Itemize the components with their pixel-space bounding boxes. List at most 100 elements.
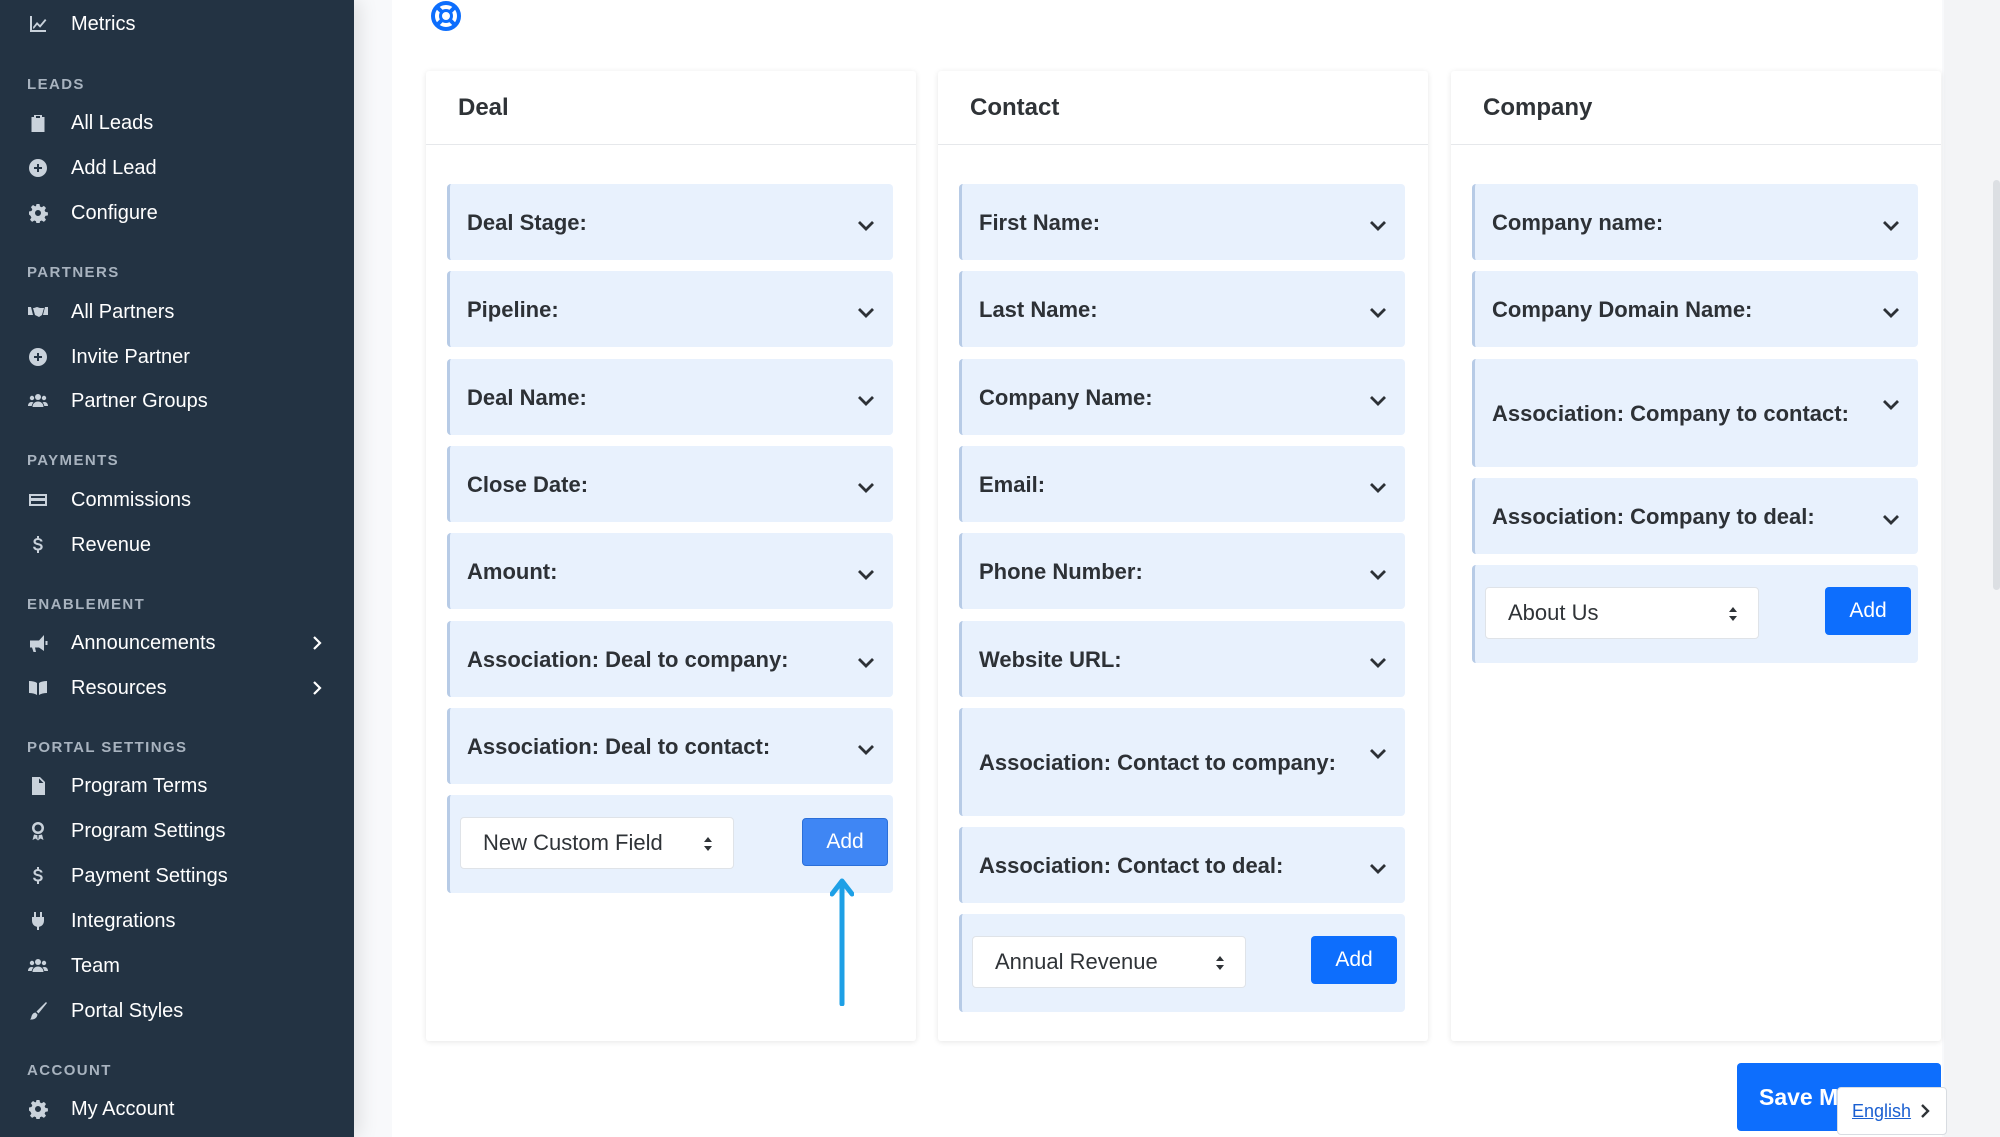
sidebar-item-label: Invite Partner: [71, 345, 190, 368]
users-icon: [27, 955, 49, 977]
scrollbar[interactable]: [1993, 180, 2000, 590]
gear-icon: [27, 1098, 49, 1120]
chevron-down-icon: [855, 474, 877, 494]
chevron-down-icon: [855, 299, 877, 319]
sidebar-item-label: Integrations: [71, 909, 176, 932]
field-row[interactable]: First Name:: [959, 184, 1405, 260]
select-arrows-icon: [1729, 607, 1737, 621]
sidebar-item-revenue[interactable]: Revenue: [27, 525, 327, 565]
sidebar-item-partner-groups[interactable]: Partner Groups: [27, 381, 327, 421]
chevron-down-icon: [1367, 649, 1389, 669]
company-card: Company Company name: Company Domain Nam…: [1451, 71, 1941, 1041]
add-button[interactable]: Add: [1825, 587, 1911, 635]
field-row[interactable]: Company Name:: [959, 359, 1405, 435]
sidebar-item-integrations[interactable]: Integrations: [27, 901, 327, 941]
sidebar-item-program-settings[interactable]: Program Settings: [27, 811, 327, 851]
sidebar-item-label: All Partners: [71, 300, 175, 323]
field-row[interactable]: Phone Number:: [959, 533, 1405, 609]
field-row[interactable]: Association: Contact to deal:: [959, 827, 1405, 903]
field-row[interactable]: Pipeline:: [447, 271, 893, 347]
chevron-down-icon: [1367, 474, 1389, 494]
sidebar-item-portal-styles[interactable]: Portal Styles: [27, 991, 327, 1031]
field-row[interactable]: Amount:: [447, 533, 893, 609]
sidebar-section-partners: PARTNERS: [27, 264, 120, 281]
sidebar-item-label: Add Lead: [71, 156, 157, 179]
sidebar-item-team[interactable]: Team: [27, 946, 327, 986]
handshake-icon: [27, 301, 49, 323]
sidebar: Metrics LEADS All Leads Add Lead Configu…: [0, 0, 354, 1137]
dollar-icon: [27, 865, 49, 887]
credit-card-icon: [27, 489, 49, 511]
chevron-right-icon: [307, 633, 327, 653]
add-button[interactable]: Add: [802, 818, 888, 866]
custom-field-select[interactable]: New Custom Field: [460, 817, 734, 869]
sidebar-item-label: Configure: [71, 201, 158, 224]
chevron-down-icon: [1367, 212, 1389, 232]
field-row[interactable]: Last Name:: [959, 271, 1405, 347]
language-label: English: [1852, 1100, 1912, 1121]
plug-icon: [27, 910, 49, 932]
sidebar-item-invite-partner[interactable]: Invite Partner: [27, 337, 327, 377]
sidebar-item-announcements[interactable]: Announcements: [27, 623, 327, 663]
language-selector[interactable]: English: [1837, 1087, 1947, 1135]
gear-icon: [27, 202, 49, 224]
sidebar-item-label: Payment Settings: [71, 864, 228, 887]
sidebar-item-configure[interactable]: Configure: [27, 193, 327, 233]
sidebar-item-program-terms[interactable]: Program Terms: [27, 766, 327, 806]
sidebar-item-commissions[interactable]: Commissions: [27, 480, 327, 520]
megaphone-icon: [27, 632, 49, 654]
plus-circle-icon: [27, 157, 49, 179]
field-row[interactable]: Email:: [959, 446, 1405, 522]
sidebar-item-label: Commissions: [71, 488, 192, 511]
field-row[interactable]: Close Date:: [447, 446, 893, 522]
chevron-down-icon: [1880, 212, 1902, 232]
sidebar-item-metrics[interactable]: Metrics: [27, 4, 327, 44]
sidebar-section-account: ACCOUNT: [27, 1062, 112, 1079]
page-gutter: [1944, 0, 2000, 1137]
select-arrows-icon: [704, 837, 712, 851]
sidebar-section-enablement: ENABLEMENT: [27, 596, 146, 613]
field-row[interactable]: Association: Company to contact:: [1472, 359, 1918, 467]
chevron-down-icon: [1367, 855, 1389, 875]
sidebar-item-label: Metrics: [71, 12, 136, 35]
field-row[interactable]: Association: Deal to contact:: [447, 708, 893, 784]
field-row[interactable]: Association: Company to deal:: [1472, 478, 1918, 554]
select-arrows-icon: [1216, 956, 1224, 970]
award-icon: [27, 820, 49, 842]
sidebar-item-label: All Leads: [71, 111, 154, 134]
sidebar-item-resources[interactable]: Resources: [27, 668, 327, 708]
users-icon: [27, 390, 49, 412]
chart-line-icon: [27, 13, 49, 35]
lifebuoy-icon[interactable]: [430, 0, 462, 34]
custom-field-select[interactable]: About Us: [1485, 587, 1759, 639]
field-row[interactable]: Association: Contact to company:: [959, 708, 1405, 816]
custom-field-select[interactable]: Annual Revenue: [972, 936, 1246, 988]
sidebar-item-add-lead[interactable]: Add Lead: [27, 148, 327, 188]
field-row[interactable]: Website URL:: [959, 621, 1405, 697]
add-field-row: Annual Revenue Add: [959, 914, 1405, 1012]
company-card-title: Company: [1451, 71, 1941, 145]
sidebar-item-all-leads[interactable]: All Leads: [27, 103, 327, 143]
brush-icon: [27, 1000, 49, 1022]
field-row[interactable]: Deal Name:: [447, 359, 893, 435]
field-row[interactable]: Association: Deal to company:: [447, 621, 893, 697]
sidebar-section-payments: PAYMENTS: [27, 452, 120, 469]
field-row[interactable]: Company name:: [1472, 184, 1918, 260]
chevron-down-icon: [1880, 506, 1902, 526]
clipboard-icon: [27, 112, 49, 134]
chevron-down-icon: [1367, 387, 1389, 407]
sidebar-item-my-account[interactable]: My Account: [27, 1089, 327, 1129]
sidebar-item-label: Program Terms: [71, 774, 208, 797]
deal-card-title: Deal: [426, 71, 916, 145]
sidebar-item-all-partners[interactable]: All Partners: [27, 292, 327, 332]
book-icon: [27, 677, 49, 699]
add-field-row: New Custom Field Add: [447, 795, 893, 893]
sidebar-item-label: Partner Groups: [71, 389, 208, 412]
sidebar-section-portal-settings: PORTAL SETTINGS: [27, 739, 188, 756]
sidebar-item-payment-settings[interactable]: Payment Settings: [27, 856, 327, 896]
sidebar-section-leads: LEADS: [27, 76, 85, 93]
field-row[interactable]: Deal Stage:: [447, 184, 893, 260]
field-row[interactable]: Company Domain Name:: [1472, 271, 1918, 347]
sidebar-item-label: Revenue: [71, 533, 152, 556]
add-button[interactable]: Add: [1311, 936, 1397, 984]
